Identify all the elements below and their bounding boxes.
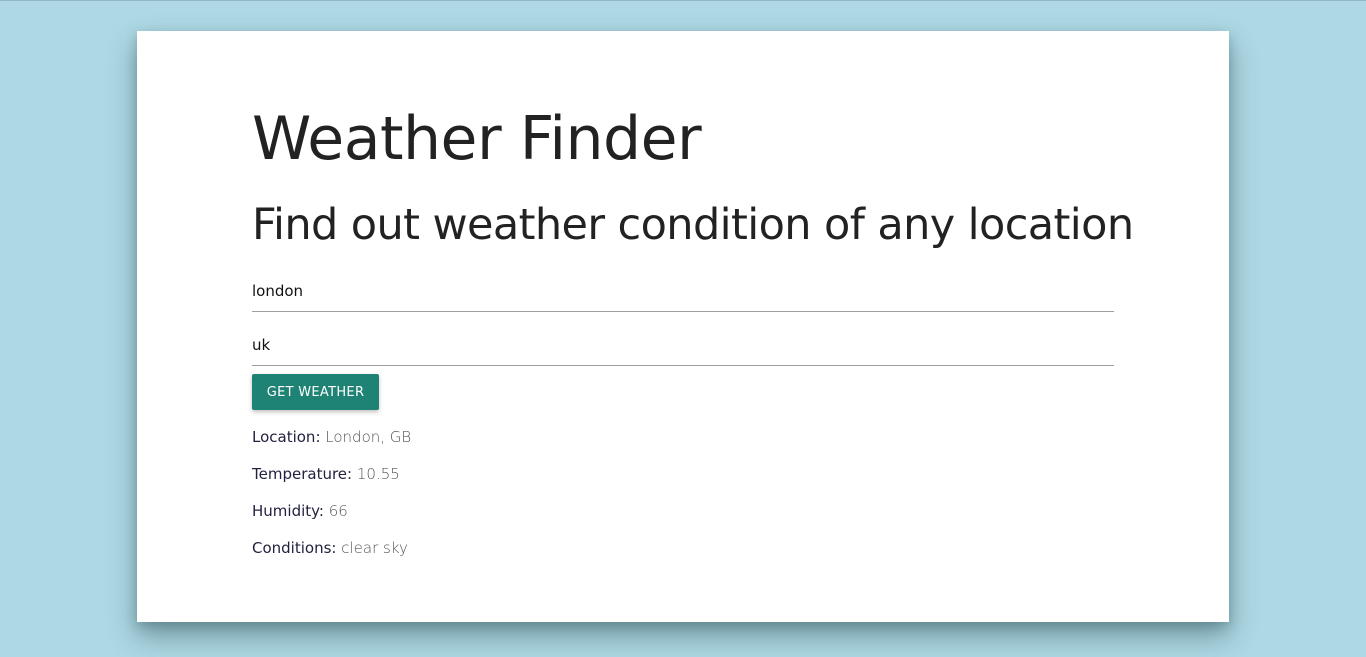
page-subtitle: Find out weather condition of any locati… — [252, 200, 1134, 250]
page-title: Weather Finder — [252, 104, 702, 174]
temperature-value: 10.55 — [356, 465, 400, 483]
result-conditions: Conditions: clear sky — [252, 538, 408, 558]
conditions-label: Conditions: — [252, 539, 337, 557]
humidity-value: 66 — [328, 502, 348, 520]
weather-card: Weather Finder Find out weather conditio… — [137, 31, 1229, 622]
result-location: Location: London, GB — [252, 427, 411, 447]
location-label: Location: — [252, 428, 321, 446]
city-input[interactable] — [252, 271, 1114, 312]
get-weather-button[interactable]: GET WEATHER — [252, 374, 379, 410]
top-border — [0, 0, 1366, 1]
humidity-label: Humidity: — [252, 502, 324, 520]
temperature-label: Temperature: — [252, 465, 353, 483]
conditions-value: clear sky — [341, 539, 408, 557]
result-temperature: Temperature: 10.55 — [252, 464, 400, 484]
result-humidity: Humidity: 66 — [252, 501, 348, 521]
country-input[interactable] — [252, 325, 1114, 366]
location-value: London, GB — [325, 428, 412, 446]
